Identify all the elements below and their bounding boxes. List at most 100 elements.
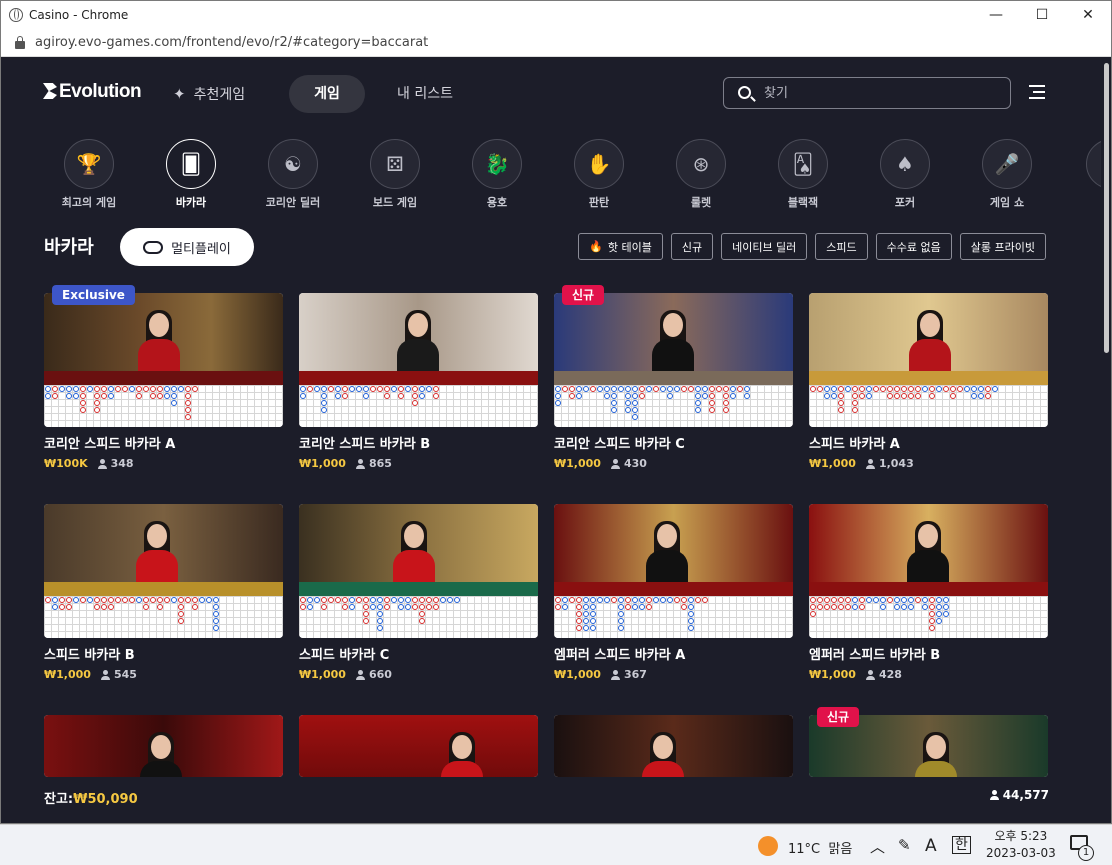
game-thumbnail[interactable]: [44, 715, 283, 777]
dealer-video: [44, 504, 283, 596]
game-thumbnail[interactable]: [809, 293, 1048, 427]
category-blackjack[interactable]: 🂡 블랙잭: [753, 139, 853, 210]
min-bet: ₩1,000: [554, 668, 601, 681]
game-title[interactable]: 스피드 바카라 A: [809, 433, 1048, 452]
game-title[interactable]: 엠퍼러 스피드 바카라 B: [809, 644, 1048, 663]
filter-1[interactable]: 신규: [670, 233, 714, 260]
category-dragon[interactable]: 🐉 용호: [447, 139, 547, 210]
poker-icon: ♠: [880, 139, 930, 189]
url-text[interactable]: agiroy.evo-games.com/frontend/evo/r2/#ca…: [35, 35, 428, 50]
user-icon: [355, 669, 365, 680]
ime-mode-a[interactable]: A: [925, 836, 937, 856]
sun-icon[interactable]: [758, 836, 778, 856]
nav-recommended[interactable]: ✦ 추천게임: [173, 75, 245, 113]
game-title[interactable]: 코리안 스피드 바카라 A: [44, 433, 283, 452]
evolution-logo[interactable]: Evolution: [43, 81, 142, 103]
category-korean-flag[interactable]: ☯ 코리안 딜러: [243, 139, 343, 210]
hamburger-menu-icon[interactable]: [1029, 85, 1045, 99]
filter-5[interactable]: 살롱 프라이빗: [959, 233, 1046, 260]
close-button[interactable]: ✕: [1065, 1, 1111, 29]
scrollbar-thumb[interactable]: [1104, 63, 1109, 353]
weather-text[interactable]: 11°C 맑음: [788, 838, 852, 857]
game-thumbnail[interactable]: [299, 715, 538, 777]
dice-icon: ⚄: [370, 139, 420, 189]
tray-chevron-up-icon[interactable]: ︿: [870, 836, 885, 857]
game-thumbnail[interactable]: [44, 504, 283, 638]
game-card[interactable]: 코리안 스피드 바카라 B ₩1,000 865: [299, 293, 538, 470]
scrollbar[interactable]: [1101, 57, 1111, 823]
game-thumbnail[interactable]: [299, 504, 538, 638]
user-icon: [97, 458, 107, 469]
game-thumbnail[interactable]: [299, 293, 538, 427]
game-card[interactable]: [554, 715, 793, 777]
game-meta: ₩1,000 428: [809, 668, 1048, 681]
dealer-figure: [913, 732, 959, 777]
player-count: 430: [610, 457, 647, 470]
bead-road: [554, 385, 793, 427]
dealer-video: [44, 715, 283, 777]
game-card[interactable]: 신규: [809, 707, 1048, 777]
game-thumbnail[interactable]: [554, 504, 793, 638]
category-microphone[interactable]: 🎤 게임 쇼: [957, 139, 1057, 210]
baccarat-icon: 🂠: [166, 139, 216, 189]
casino-app: Evolution ✦ 추천게임 게임 내 리스트 🏆 최고의 게임 🂠 바카라 ☯ 코리안…: [1, 57, 1101, 823]
nav-my-list[interactable]: 내 리스트: [397, 75, 453, 113]
search-input[interactable]: [764, 83, 994, 103]
game-title[interactable]: 코리안 스피드 바카라 B: [299, 433, 538, 452]
category-poker[interactable]: ♠ 포커: [855, 139, 955, 210]
user-icon: [865, 458, 875, 469]
search-box[interactable]: [723, 77, 1011, 109]
player-count: 1,043: [865, 457, 914, 470]
game-thumbnail[interactable]: [554, 293, 793, 427]
game-thumbnail[interactable]: [554, 715, 793, 777]
filter-3[interactable]: 스피드: [815, 233, 868, 260]
nav-games[interactable]: 게임: [289, 75, 365, 113]
minimize-button[interactable]: —: [973, 1, 1019, 29]
dealer-figure: [439, 732, 485, 777]
game-card[interactable]: 스피드 바카라 A ₩1,000 1,043: [809, 293, 1048, 470]
category-baccarat[interactable]: 🂠 바카라: [141, 139, 241, 210]
clock[interactable]: 오후 5:23 2023-03-03: [986, 828, 1056, 862]
microphone-icon: 🎤: [982, 139, 1032, 189]
player-count: 660: [355, 668, 392, 681]
game-meta: ₩1,000 430: [554, 457, 793, 470]
category-more[interactable]: [1061, 139, 1101, 189]
maximize-button[interactable]: ☐: [1019, 1, 1065, 29]
game-title[interactable]: 스피드 바카라 C: [299, 644, 538, 663]
game-card[interactable]: [44, 715, 283, 777]
filter-2[interactable]: 네이티브 딜러: [721, 233, 808, 260]
clock-date: 2023-03-03: [986, 846, 1056, 860]
category-podium[interactable]: 🏆 최고의 게임: [39, 139, 139, 210]
filter-4[interactable]: 수수료 없음: [875, 233, 952, 260]
address-bar[interactable]: agiroy.evo-games.com/frontend/evo/r2/#ca…: [1, 29, 1111, 57]
category-fantan[interactable]: ✋ 판탄: [549, 139, 649, 210]
filter-0[interactable]: 🔥 핫 테이블: [578, 233, 663, 260]
new-badge: 신규: [817, 707, 860, 727]
category-dice[interactable]: ⚄ 보드 게임: [345, 139, 445, 210]
dealer-figure: [136, 310, 182, 375]
min-bet: ₩100K: [44, 457, 88, 470]
game-title[interactable]: 엠퍼러 스피드 바카라 A: [554, 644, 793, 663]
category-label: 코리안 딜러: [265, 196, 321, 209]
game-card[interactable]: 엠퍼러 스피드 바카라 A ₩1,000 367: [554, 504, 793, 681]
game-thumbnail[interactable]: [44, 293, 283, 427]
game-title[interactable]: 스피드 바카라 B: [44, 644, 283, 663]
game-card[interactable]: 스피드 바카라 C ₩1,000 660: [299, 504, 538, 681]
nav-recommended-label: 추천게임: [193, 87, 246, 103]
game-meta: ₩100K 348: [44, 457, 283, 470]
game-card[interactable]: Exclusive 코리안 스피드 바카라 A ₩100K 348: [44, 285, 283, 470]
filter-label: 스피드: [826, 240, 857, 254]
dealer-figure: [395, 310, 441, 375]
game-card[interactable]: [299, 715, 538, 777]
filter-label: 신규: [681, 240, 703, 254]
category-roulette[interactable]: ⊛ 룰렛: [651, 139, 751, 210]
multiplay-button[interactable]: 멀티플레이: [120, 228, 254, 266]
game-card[interactable]: 스피드 바카라 B ₩1,000 545: [44, 504, 283, 681]
game-card[interactable]: 엠퍼러 스피드 바카라 B ₩1,000 428: [809, 504, 1048, 681]
ime-han[interactable]: 한: [952, 836, 971, 854]
game-card[interactable]: 신규 코리안 스피드 바카라 C ₩1,000 430: [554, 285, 793, 470]
game-title[interactable]: 코리안 스피드 바카라 C: [554, 433, 793, 452]
game-thumbnail[interactable]: [809, 504, 1048, 638]
globe-icon: [9, 8, 23, 22]
pen-icon[interactable]: ✎: [898, 836, 911, 854]
